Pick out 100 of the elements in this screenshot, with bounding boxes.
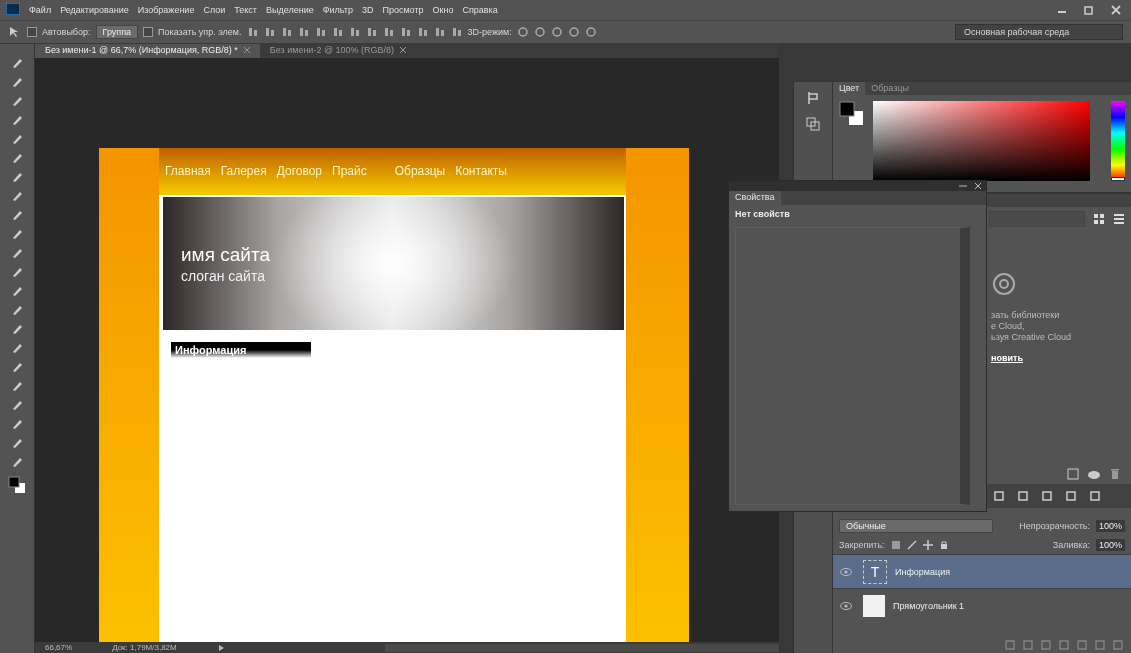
site-slogan: слоган сайта — [181, 267, 266, 284]
menu-item[interactable]: Справка — [462, 5, 498, 15]
align-icon[interactable] — [399, 26, 412, 38]
list-view-icon[interactable] — [1113, 213, 1125, 225]
tool-icon[interactable] — [10, 322, 24, 336]
trash-icon[interactable] — [1109, 468, 1121, 480]
hue-slider[interactable] — [1111, 101, 1125, 181]
3d-tool-icon[interactable] — [533, 26, 546, 38]
tool-icon[interactable] — [10, 227, 24, 241]
lock-icon[interactable] — [938, 540, 949, 550]
align-icon[interactable] — [416, 26, 429, 38]
tool-icon[interactable] — [10, 341, 24, 355]
menu-item[interactable]: Изображение — [137, 5, 195, 15]
align-icon[interactable] — [280, 26, 293, 38]
opacity-field[interactable]: 100% — [1095, 520, 1125, 532]
adjustment-icon[interactable] — [1041, 490, 1053, 502]
3d-mode-label: 3D-режим: — [467, 27, 512, 37]
menu-item[interactable]: 3D — [361, 5, 374, 15]
align-icon[interactable] — [450, 26, 463, 38]
adjustment-icon[interactable] — [993, 490, 1005, 502]
tool-icon[interactable] — [10, 132, 24, 146]
tool-icon[interactable] — [10, 246, 24, 260]
adjustment-icon[interactable] — [1017, 490, 1029, 502]
color-field[interactable] — [873, 101, 1090, 181]
align-icon[interactable] — [314, 26, 327, 38]
3d-tool-icon[interactable] — [567, 26, 580, 38]
tool-icon[interactable] — [10, 284, 24, 298]
tool-icon[interactable] — [10, 436, 24, 450]
show-transform-checkbox[interactable] — [143, 27, 154, 37]
shape-layer-thumbnail — [863, 594, 885, 617]
panel-tab[interactable]: Свойства — [729, 191, 781, 205]
tool-icon[interactable] — [10, 398, 24, 412]
adjustment-icon[interactable] — [1065, 490, 1077, 502]
align-icon[interactable] — [297, 26, 310, 38]
menu-item[interactable]: Редактирование — [60, 5, 129, 15]
layer-row[interactable]: T Информация — [833, 554, 1131, 588]
align-icon[interactable] — [365, 26, 378, 38]
eye-icon[interactable] — [840, 601, 852, 610]
grid-view-icon[interactable] — [1093, 213, 1105, 225]
tool-icon[interactable] — [10, 151, 24, 165]
fill-field[interactable]: 100% — [1095, 539, 1125, 551]
tool-icon[interactable] — [10, 208, 24, 222]
menu-item[interactable]: Файл — [29, 5, 52, 15]
horizontal-scrollbar[interactable] — [384, 643, 779, 652]
auto-select-dropdown[interactable]: Группа — [95, 25, 139, 39]
tool-icon[interactable] — [10, 170, 24, 184]
cloud-icon[interactable] — [1087, 468, 1101, 480]
tool-icon[interactable] — [10, 303, 24, 317]
align-icon[interactable] — [348, 26, 361, 38]
auto-select-label: Автовыбор: — [42, 27, 91, 37]
lock-label: Закрепить: — [839, 540, 885, 550]
document-tab[interactable]: Без имени-2 @ 100% (RGB/8) — [259, 44, 417, 58]
zoom-level: 66,67% — [45, 643, 73, 652]
align-icon[interactable] — [246, 26, 259, 38]
move-icon[interactable] — [922, 540, 933, 550]
tool-icon[interactable] — [10, 189, 24, 203]
tool-icon[interactable] — [10, 379, 24, 393]
tool-icon[interactable] — [10, 455, 24, 469]
lock-pixels-icon[interactable] — [890, 540, 901, 550]
adjustment-icon[interactable] — [1089, 490, 1101, 502]
fill-label: Заливка: — [1052, 540, 1090, 550]
layer-row[interactable]: Прямоугольник 1 — [833, 588, 1131, 622]
properties-message: Нет свойств — [734, 208, 791, 221]
tool-icon[interactable] — [10, 265, 24, 279]
menu-item[interactable]: Просмотр — [382, 5, 424, 15]
menu-item[interactable]: Выделение — [265, 5, 314, 15]
align-icon[interactable] — [433, 26, 446, 38]
tool-icon[interactable] — [10, 360, 24, 374]
blend-mode-dropdown[interactable]: Обычные — [839, 519, 993, 533]
workspace-dropdown[interactable]: Основная рабочая среда — [955, 24, 1123, 40]
menu-item[interactable]: Окно — [432, 5, 454, 15]
layer-comps-icon[interactable] — [805, 116, 821, 132]
close-icon[interactable] — [400, 47, 407, 53]
add-graphic-icon[interactable] — [1067, 468, 1079, 480]
section-heading: Информация — [171, 342, 311, 358]
close-icon[interactable] — [974, 181, 982, 191]
panel-tab[interactable]: Цвет — [833, 82, 866, 95]
align-icon[interactable] — [331, 26, 344, 38]
menu-item[interactable]: Фильтр — [322, 5, 353, 15]
align-icon[interactable] — [263, 26, 276, 38]
3d-tool-icon[interactable] — [516, 26, 529, 38]
update-link[interactable]: новить — [991, 353, 1023, 363]
3d-tool-icon[interactable] — [584, 26, 597, 38]
menu-item[interactable]: Слои — [203, 5, 226, 15]
3d-tool-icon[interactable] — [550, 26, 563, 38]
site-name: имя сайта — [181, 243, 271, 266]
tool-icon[interactable] — [10, 94, 24, 108]
tool-icon[interactable] — [10, 417, 24, 431]
menu-item[interactable]: Текст — [234, 5, 257, 15]
tool-icon[interactable] — [10, 113, 24, 127]
document-tab[interactable]: Без имени-1 @ 66,7% (Информация, RGB/8) * — [35, 44, 260, 58]
auto-select-checkbox[interactable] — [27, 27, 37, 37]
tool-icon[interactable] — [10, 56, 24, 70]
library-message: зать библиотеки — [991, 310, 1060, 320]
brush-icon[interactable] — [906, 540, 917, 550]
text-layer-thumbnail: T — [863, 559, 887, 584]
eye-icon[interactable] — [840, 567, 852, 576]
align-icon[interactable] — [382, 26, 395, 38]
expand-arrow-icon[interactable] — [216, 643, 225, 652]
tool-icon[interactable] — [10, 75, 24, 89]
